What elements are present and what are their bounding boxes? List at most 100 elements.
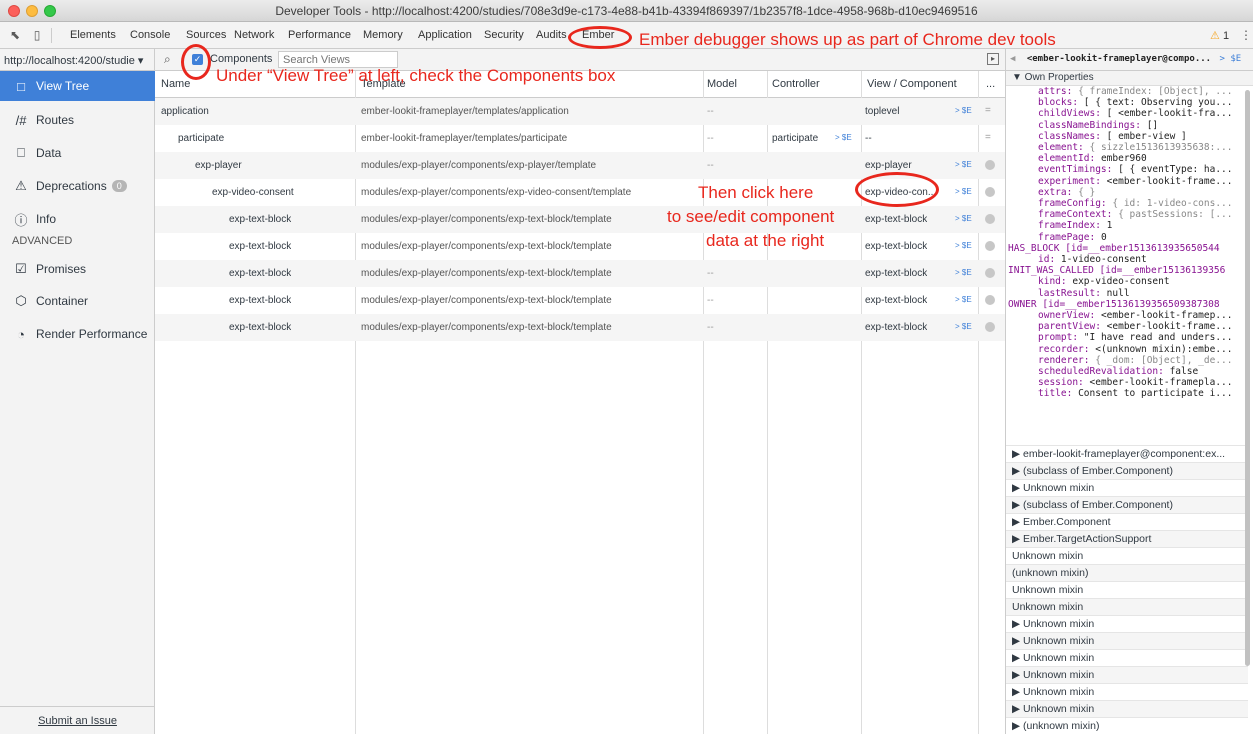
row-model[interactable]: -- xyxy=(707,322,714,333)
search-icon[interactable]: ⌕ xyxy=(164,52,171,67)
property-row[interactable]: extra: { } xyxy=(1006,187,1248,198)
property-row[interactable]: session: <ember-lookit-framepla... xyxy=(1006,377,1248,388)
highlight-element-icon[interactable] xyxy=(985,322,995,332)
inspect-icon[interactable]: = xyxy=(985,132,991,143)
row-view-component[interactable]: toplevel xyxy=(865,106,899,117)
row-model[interactable]: -- xyxy=(707,106,714,117)
sidebar-item-info[interactable]: ⓘ Info xyxy=(0,204,155,234)
row-controller[interactable]: participate xyxy=(772,133,818,144)
property-row[interactable]: kind: exp-video-consent xyxy=(1006,276,1248,287)
property-row[interactable]: classNameBindings: [] xyxy=(1006,120,1248,131)
property-row[interactable]: title: Consent to participate i... xyxy=(1006,388,1248,399)
property-row[interactable]: framePage: 0 xyxy=(1006,232,1248,243)
tab-audits[interactable]: Audits xyxy=(536,29,567,41)
property-row[interactable]: classNames: [ ember-view ] xyxy=(1006,131,1248,142)
property-value[interactable]: <ember-lookit-framepla... xyxy=(1090,377,1233,388)
row-view-component[interactable]: exp-text-block xyxy=(865,241,927,252)
send-view-to-console-button[interactable]: > $E xyxy=(955,241,972,250)
column-header-view-component[interactable]: View / Component xyxy=(867,78,957,90)
property-value[interactable]: { sizzle1513613935638:... xyxy=(1090,142,1233,153)
sidebar-item-promises[interactable]: ☑ Promises xyxy=(0,254,155,284)
send-view-to-console-button[interactable]: > $E xyxy=(955,187,972,196)
table-row[interactable]: exp-text-block modules/exp-player/compone… xyxy=(155,260,1005,287)
more-options-icon[interactable]: ⋮ xyxy=(1240,28,1252,42)
back-arrow-icon[interactable]: ◀ xyxy=(1010,54,1015,64)
property-value[interactable]: ember960 xyxy=(1101,153,1147,164)
property-value[interactable]: { frameIndex: [Object], ... xyxy=(1078,86,1232,97)
highlight-element-icon[interactable] xyxy=(985,214,995,224)
property-row[interactable]: frameContext: { pastSessions: [... xyxy=(1006,209,1248,220)
device-toolbar-icon[interactable]: ▯ xyxy=(30,28,44,42)
property-row[interactable]: INIT_WAS_CALLED [id=__ember15136139356 xyxy=(1006,265,1248,276)
tab-application[interactable]: Application xyxy=(418,29,472,41)
tab-console[interactable]: Console xyxy=(130,29,170,41)
property-value[interactable]: { _dom: [Object], _de... xyxy=(1095,355,1232,366)
property-row[interactable]: scheduledRevalidation: false xyxy=(1006,366,1248,377)
property-value[interactable]: Consent to participate i... xyxy=(1078,388,1232,399)
tab-sources[interactable]: Sources xyxy=(186,29,226,41)
own-properties-section[interactable]: ▼ Own Properties xyxy=(1006,71,1253,86)
property-row[interactable]: attrs: { frameIndex: [Object], ... xyxy=(1006,86,1248,97)
mixin-item[interactable]: Unknown mixin xyxy=(1006,598,1248,615)
property-value[interactable]: [ ember-view ] xyxy=(1107,131,1187,142)
mixin-item[interactable]: ▶ Unknown mixin xyxy=(1006,700,1248,717)
column-header-name[interactable]: Name xyxy=(161,78,190,90)
property-value[interactable]: [] xyxy=(1147,120,1158,131)
inspect-element-icon[interactable]: ⬉ xyxy=(8,28,22,42)
property-row[interactable]: recorder: <(unknown mixin):embe... xyxy=(1006,344,1248,355)
table-row[interactable]: exp-text-block modules/exp-player/compone… xyxy=(155,233,1005,260)
app-url-select[interactable]: http://localhost:4200/studie ▾ xyxy=(0,49,155,71)
send-view-to-console-button[interactable]: > $E xyxy=(955,214,972,223)
property-row[interactable]: elementId: ember960 xyxy=(1006,153,1248,164)
property-value[interactable]: 1 xyxy=(1107,220,1113,231)
sidebar-item-container[interactable]: ⬡ Container xyxy=(0,286,155,316)
tab-memory[interactable]: Memory xyxy=(363,29,403,41)
table-row[interactable]: exp-text-block modules/exp-player/compone… xyxy=(155,206,1005,233)
table-row[interactable]: exp-text-block modules/exp-player/compone… xyxy=(155,287,1005,314)
inspect-icon[interactable]: = xyxy=(985,105,991,116)
property-row[interactable]: prompt: "I have read and unders... xyxy=(1006,332,1248,343)
mixin-item[interactable]: ▶ (unknown mixin) xyxy=(1006,717,1248,734)
inspector-scrollbar[interactable] xyxy=(1245,90,1250,666)
sidebar-item-data[interactable]: ⎕ Data xyxy=(0,138,155,168)
mixin-item[interactable]: ▶ Unknown mixin xyxy=(1006,683,1248,700)
highlight-element-icon[interactable] xyxy=(985,295,995,305)
mixin-item[interactable]: ▶ Unknown mixin xyxy=(1006,615,1248,632)
column-header-model[interactable]: Model xyxy=(707,78,737,90)
property-row[interactable]: ownerView: <ember-lookit-framep... xyxy=(1006,310,1248,321)
sidebar-item-render-performance[interactable]: ◔ Render Performance xyxy=(0,319,155,349)
property-value[interactable]: [ { eventType: ha... xyxy=(1118,164,1232,175)
sidebar-item-routes[interactable]: /# Routes xyxy=(0,105,155,135)
send-view-to-console-button[interactable]: > $E xyxy=(955,322,972,331)
property-value[interactable]: false xyxy=(1170,366,1199,377)
table-row[interactable]: exp-text-block modules/exp-player/compone… xyxy=(155,314,1005,341)
property-row[interactable]: element: { sizzle1513613935638:... xyxy=(1006,142,1248,153)
mixin-item[interactable]: ▶ (subclass of Ember.Component) xyxy=(1006,496,1248,513)
warning-count-badge[interactable]: ⚠ 1 xyxy=(1210,29,1229,42)
property-value[interactable]: 1-video-consent xyxy=(1061,254,1147,265)
column-header-controller[interactable]: Controller xyxy=(772,78,820,90)
property-value[interactable]: 0 xyxy=(1101,232,1107,243)
send-view-to-console-button[interactable]: > $E xyxy=(955,160,972,169)
property-value[interactable]: <ember-lookit-frame... xyxy=(1107,321,1233,332)
mixin-item[interactable]: (unknown mixin) xyxy=(1006,564,1248,581)
property-row[interactable]: OWNER [id=__ember15136139356509387308 xyxy=(1006,299,1248,310)
sidebar-item-view-tree[interactable]: □ View Tree xyxy=(0,71,155,101)
property-value[interactable]: { id: 1-video-cons... xyxy=(1112,198,1232,209)
property-row[interactable]: lastResult: null xyxy=(1006,288,1248,299)
highlight-element-icon[interactable] xyxy=(985,187,995,197)
property-row[interactable]: parentView: <ember-lookit-frame... xyxy=(1006,321,1248,332)
send-controller-to-console-button[interactable]: > $E xyxy=(835,133,852,142)
submit-issue-link[interactable]: Submit an Issue xyxy=(0,706,155,734)
property-row[interactable]: frameConfig: { id: 1-video-cons... xyxy=(1006,198,1248,209)
row-model[interactable]: -- xyxy=(707,133,714,144)
property-row[interactable]: experiment: <ember-lookit-frame... xyxy=(1006,176,1248,187)
mixin-item[interactable]: ▶ Unknown mixin xyxy=(1006,479,1248,496)
row-view-component[interactable]: exp-player xyxy=(865,160,912,171)
property-value[interactable]: null xyxy=(1107,288,1130,299)
property-row[interactable]: id: 1-video-consent xyxy=(1006,254,1248,265)
property-value[interactable]: { pastSessions: [... xyxy=(1118,209,1232,220)
property-row[interactable]: frameIndex: 1 xyxy=(1006,220,1248,231)
table-row[interactable]: participate ember-lookit-frameplayer/temp… xyxy=(155,125,1005,152)
property-row[interactable]: HAS_BLOCK [id=__ember1513613935650544 xyxy=(1006,243,1248,254)
